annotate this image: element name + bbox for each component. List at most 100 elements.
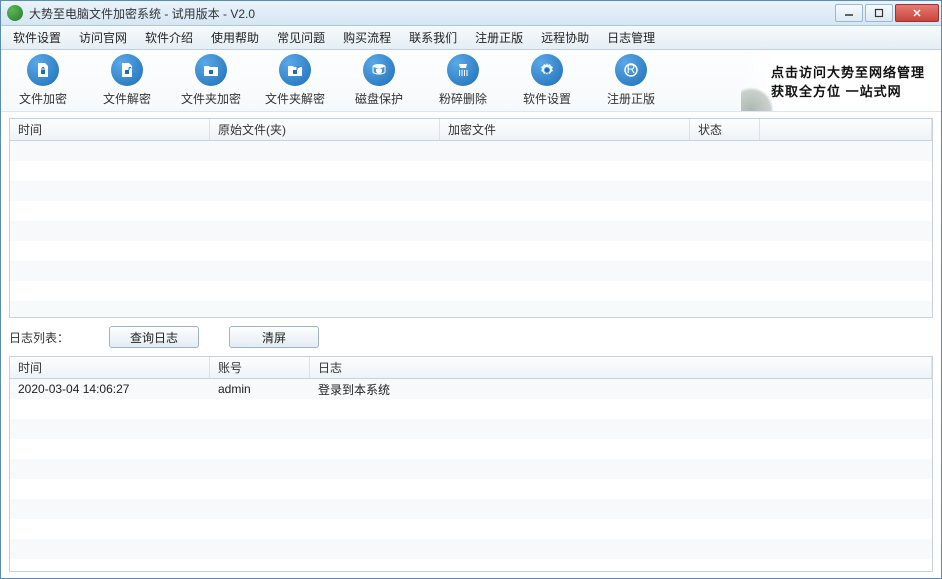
menu-item[interactable]: 注册正版 xyxy=(467,26,531,49)
table-row[interactable] xyxy=(10,419,932,439)
cell xyxy=(10,399,210,419)
cell xyxy=(10,181,210,201)
file-encrypt-button[interactable]: 文件加密 xyxy=(9,50,77,111)
cell xyxy=(210,201,440,221)
file-unlock-icon xyxy=(111,54,143,86)
cell xyxy=(10,161,210,181)
cell xyxy=(760,301,932,317)
table-row[interactable] xyxy=(10,479,932,499)
grid-body[interactable]: 2020-03-04 14:06:27admin登录到本系统 xyxy=(10,379,932,571)
table-row[interactable] xyxy=(10,201,932,221)
table-row[interactable] xyxy=(10,399,932,419)
table-row[interactable] xyxy=(10,499,932,519)
shred-delete-button[interactable]: 粉碎删除 xyxy=(429,50,497,111)
log-grid: 时间 账号 日志 2020-03-04 14:06:27admin登录到本系统 xyxy=(9,356,933,572)
cell xyxy=(760,141,932,161)
menu-item[interactable]: 购买流程 xyxy=(335,26,399,49)
cell xyxy=(210,459,310,479)
menu-item[interactable]: 常见问题 xyxy=(269,26,333,49)
table-row[interactable]: 2020-03-04 14:06:27admin登录到本系统 xyxy=(10,379,932,399)
app-icon xyxy=(7,5,23,21)
cell xyxy=(10,499,210,519)
menu-item[interactable]: 软件介绍 xyxy=(137,26,201,49)
promo-banner[interactable]: 点击访问大势至网络管理 获取全方位 一站式网 xyxy=(741,50,941,111)
col-account[interactable]: 账号 xyxy=(210,357,310,378)
col-time[interactable]: 时间 xyxy=(10,357,210,378)
cell xyxy=(690,241,760,261)
table-row[interactable] xyxy=(10,539,932,559)
maximize-button[interactable] xyxy=(865,4,893,22)
table-row[interactable] xyxy=(10,221,932,241)
disk-shield-icon xyxy=(363,54,395,86)
table-row[interactable] xyxy=(10,261,932,281)
cell: admin xyxy=(210,379,310,399)
clear-screen-button[interactable]: 清屏 xyxy=(229,326,319,348)
settings-button[interactable]: 软件设置 xyxy=(513,50,581,111)
cell xyxy=(690,141,760,161)
cell xyxy=(440,241,690,261)
disk-protect-button[interactable]: 磁盘保护 xyxy=(345,50,413,111)
cell xyxy=(10,559,210,571)
cell xyxy=(210,519,310,539)
banner-line1: 点击访问大势至网络管理 xyxy=(771,62,925,81)
cell xyxy=(210,181,440,201)
col-time[interactable]: 时间 xyxy=(10,119,210,140)
cell xyxy=(310,459,932,479)
cell xyxy=(310,479,932,499)
table-row[interactable] xyxy=(10,281,932,301)
menu-item[interactable]: 访问官网 xyxy=(71,26,135,49)
folder-encrypt-button[interactable]: 文件夹加密 xyxy=(177,50,245,111)
file-lock-icon xyxy=(27,54,59,86)
toolbar: 文件加密文件解密 文件夹加密文件夹解密磁盘保护粉碎删除软件设置 R注册正版 点击访问… xyxy=(1,50,941,112)
folder-unlock-icon xyxy=(279,54,311,86)
cell: 登录到本系统 xyxy=(310,379,932,399)
col-status[interactable]: 状态 xyxy=(690,119,760,140)
cell xyxy=(440,261,690,281)
cell xyxy=(690,161,760,181)
titlebar[interactable]: 大势至电脑文件加密系统 - 试用版本 - V2.0 xyxy=(1,1,941,26)
encryption-grid: 时间 原始文件(夹) 加密文件 状态 xyxy=(9,118,933,318)
menu-item[interactable]: 远程协助 xyxy=(533,26,597,49)
gear-icon xyxy=(531,54,563,86)
file-decrypt-button[interactable]: 文件解密 xyxy=(93,50,161,111)
query-log-button[interactable]: 查询日志 xyxy=(109,326,199,348)
cell xyxy=(310,519,932,539)
menu-item[interactable]: 联系我们 xyxy=(401,26,465,49)
table-row[interactable] xyxy=(10,459,932,479)
menu-item[interactable]: 使用帮助 xyxy=(203,26,267,49)
content-area: 时间 原始文件(夹) 加密文件 状态 日志列表： 查询日志 清屏 时间 账号 日… xyxy=(1,112,941,578)
close-button[interactable] xyxy=(895,4,939,22)
svg-text:R: R xyxy=(627,62,636,76)
minimize-button[interactable] xyxy=(835,4,863,22)
table-row[interactable] xyxy=(10,161,932,181)
cell xyxy=(690,301,760,317)
table-row[interactable] xyxy=(10,439,932,459)
toolbar-label: 文件解密 xyxy=(103,90,151,107)
cell xyxy=(690,221,760,241)
folder-decrypt-button[interactable]: 文件夹解密 xyxy=(261,50,329,111)
cell xyxy=(10,479,210,499)
table-row[interactable] xyxy=(10,519,932,539)
table-row[interactable] xyxy=(10,241,932,261)
cell xyxy=(690,261,760,281)
menu-item[interactable]: 软件设置 xyxy=(5,26,69,49)
table-row[interactable] xyxy=(10,559,932,571)
grid-body[interactable] xyxy=(10,141,932,317)
table-row[interactable] xyxy=(10,181,932,201)
cell xyxy=(10,241,210,261)
cell xyxy=(210,399,310,419)
register-button[interactable]: R注册正版 xyxy=(597,50,665,111)
cell xyxy=(210,261,440,281)
table-row[interactable] xyxy=(10,301,932,317)
table-row[interactable] xyxy=(10,141,932,161)
folder-lock-icon xyxy=(195,54,227,86)
cell xyxy=(210,499,310,519)
col-encrypted[interactable]: 加密文件 xyxy=(440,119,690,140)
menu-item[interactable]: 日志管理 xyxy=(599,26,663,49)
cell xyxy=(760,241,932,261)
col-source[interactable]: 原始文件(夹) xyxy=(210,119,440,140)
cell xyxy=(760,201,932,221)
col-log[interactable]: 日志 xyxy=(310,357,932,378)
cell xyxy=(210,301,440,317)
window-title: 大势至电脑文件加密系统 - 试用版本 - V2.0 xyxy=(29,5,835,22)
